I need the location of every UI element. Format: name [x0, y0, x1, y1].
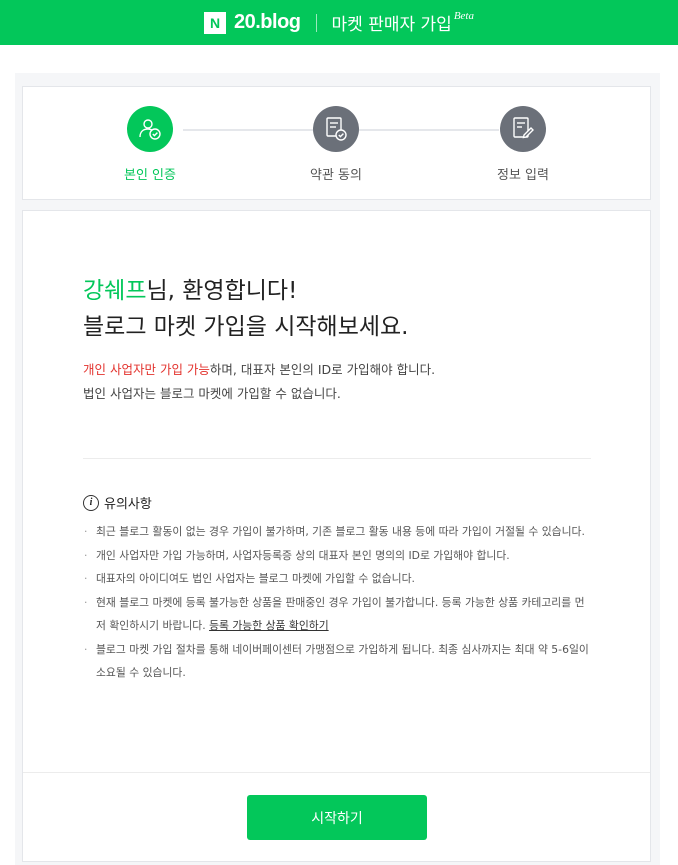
- notice-heading: i 유의사항: [83, 493, 152, 512]
- description-rest: 하며, 대표자 본인의 ID로 가입해야 합니다.: [209, 362, 436, 377]
- eligibility-description: 개인 사업자만 가입 가능하며, 대표자 본인의 ID로 가입해야 합니다. 법…: [83, 358, 435, 406]
- notice-title: 유의사항: [104, 497, 152, 512]
- blog-logo-text[interactable]: 20.blog: [234, 11, 301, 34]
- step-identity-verification: 본인 인증: [100, 106, 200, 183]
- page-title: 마켓 판매자 가입: [331, 15, 452, 35]
- welcome-greeting: 님, 환영합니다!: [146, 278, 298, 304]
- list-item: 대표자의 아이디여도 법인 사업자는 블로그 마켓에 가입할 수 없습니다.: [83, 567, 593, 591]
- user-check-icon: [127, 106, 173, 152]
- step-label: 약관 동의: [310, 168, 362, 183]
- user-name: 강쉐프: [83, 278, 147, 304]
- list-item: 블로그 마켓 가입 절차를 통해 네이버페이센터 가맹점으로 가입하게 됩니다.…: [83, 638, 593, 685]
- welcome-line-2: 블로그 마켓 가입을 시작해보세요.: [83, 314, 409, 340]
- start-button[interactable]: 시작하기: [247, 795, 427, 840]
- description-highlight: 개인 사업자만 가입 가능: [83, 362, 210, 377]
- naver-logo-icon[interactable]: N: [204, 11, 226, 34]
- document-check-icon: [313, 106, 359, 152]
- list-item-text: 현재 블로그 마켓에 등록 불가능한 상품을 판매중인 경우 가입이 불가합니다…: [96, 595, 585, 633]
- step-terms-agreement: 약관 동의: [286, 106, 386, 183]
- step-label: 정보 입력: [497, 168, 549, 183]
- header-separator: [315, 13, 317, 32]
- welcome-heading: 강쉐프님, 환영합니다! 블로그 마켓 가입을 시작해보세요.: [83, 273, 408, 345]
- footer-divider: [23, 772, 650, 773]
- document-edit-icon: [500, 106, 546, 152]
- signup-steps: 본인 인증 약관 동의 정보 입력: [22, 86, 651, 200]
- step-label: 본인 인증: [124, 168, 176, 183]
- list-item: 개인 사업자만 가입 가능하며, 사업자등록증 상의 대표자 본인 명의의 ID…: [83, 544, 593, 568]
- step-info-entry: 정보 입력: [473, 106, 573, 183]
- list-item: 현재 블로그 마켓에 등록 불가능한 상품을 판매중인 경우 가입이 불가합니다…: [83, 591, 593, 638]
- top-header: N 20.blog 마켓 판매자 가입 Beta: [0, 0, 678, 45]
- section-divider: [83, 458, 591, 459]
- info-icon: i: [83, 494, 99, 511]
- main-content-card: 강쉐프님, 환영합니다! 블로그 마켓 가입을 시작해보세요. 개인 사업자만 …: [22, 210, 651, 862]
- beta-badge: Beta: [453, 9, 474, 22]
- list-item: 최근 블로그 활동이 없는 경우 가입이 불가하며, 기존 블로그 활동 내용 …: [83, 520, 593, 544]
- allowed-products-link[interactable]: 등록 가능한 상품 확인하기: [209, 619, 329, 632]
- description-line-1: 개인 사업자만 가입 가능하며, 대표자 본인의 ID로 가입해야 합니다.: [83, 358, 435, 382]
- notice-list: 최근 블로그 활동이 없는 경우 가입이 불가하며, 기존 블로그 활동 내용 …: [83, 520, 593, 685]
- welcome-line-1: 강쉐프님, 환영합니다!: [83, 273, 408, 309]
- description-line-2: 법인 사업자는 블로그 마켓에 가입할 수 없습니다.: [83, 386, 341, 401]
